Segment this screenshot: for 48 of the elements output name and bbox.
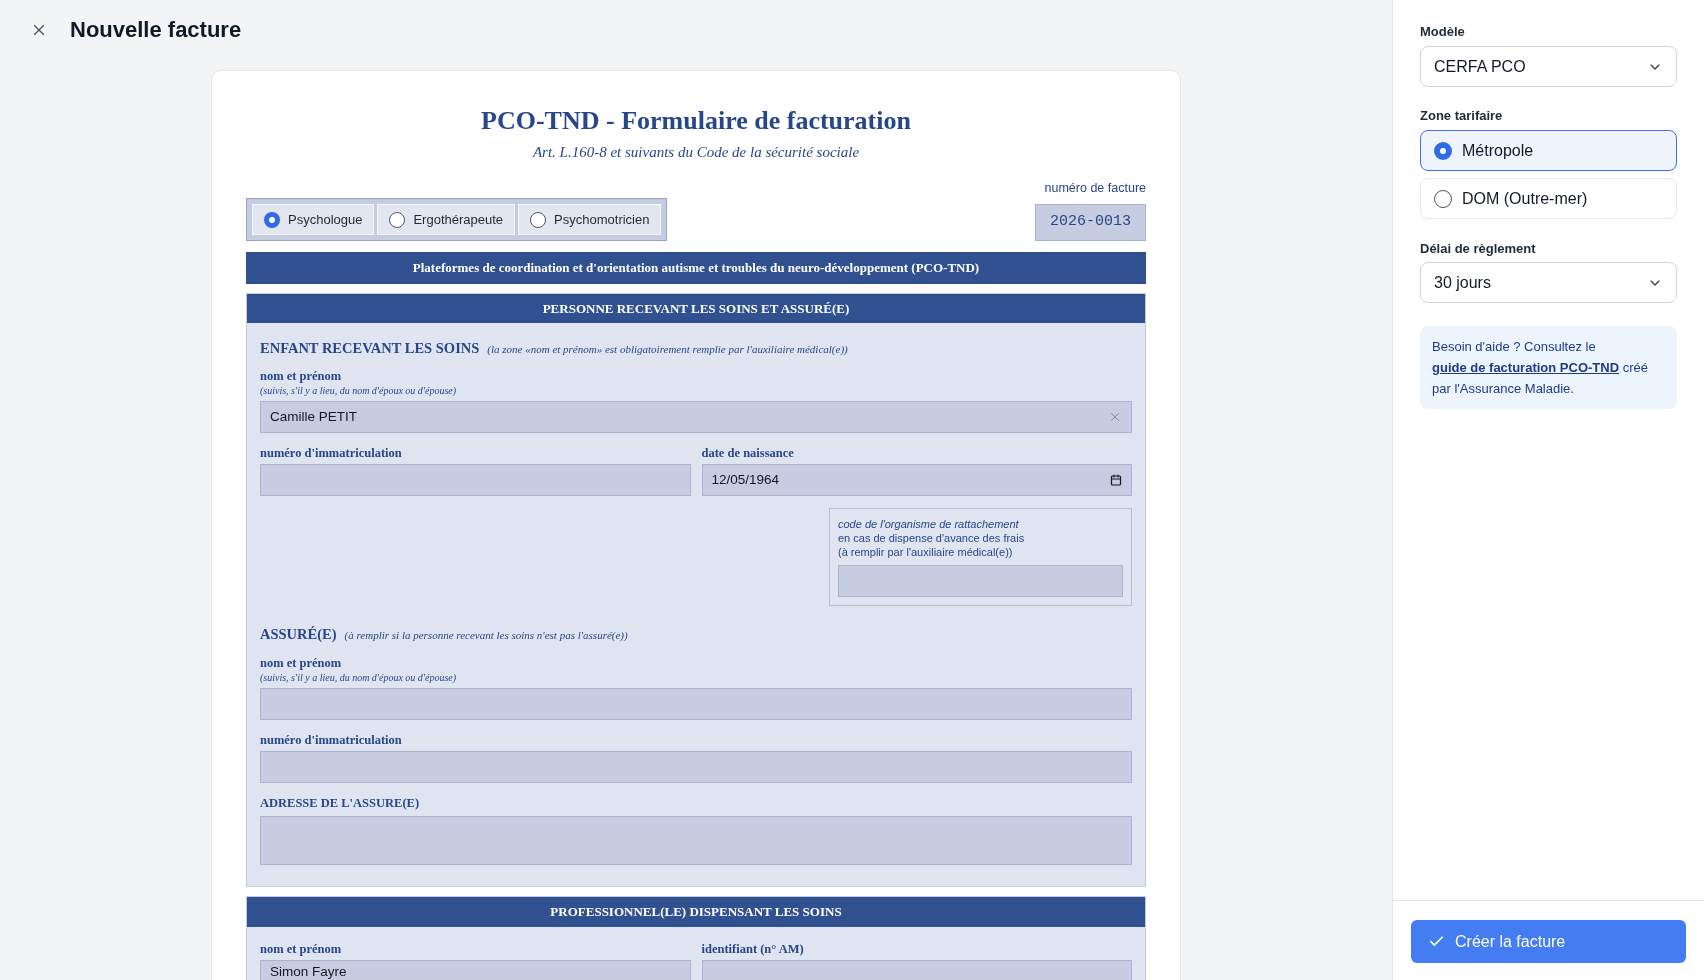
input-field[interactable]: Camille PETIT xyxy=(260,401,1132,433)
section-banner: PROFESSIONNEL(LE) DISPENSANT LES SOINS xyxy=(247,897,1145,927)
input-field[interactable] xyxy=(260,464,691,496)
input-field[interactable] xyxy=(260,816,1132,865)
field-hint: (suivis, s'il y a lieu, du nom d'époux ou d'épouse) xyxy=(260,672,458,684)
invoice-number-field[interactable]: 2026-0013 xyxy=(1035,204,1146,241)
field-label: Délai de règlement xyxy=(1420,241,1537,257)
field-label: numéro de facture xyxy=(1044,180,1146,196)
radio-option[interactable]: Psychomotricien xyxy=(518,204,662,235)
field-label: nom et prénom xyxy=(260,656,343,670)
field-label: Zone tarifaire xyxy=(1420,108,1504,124)
input-field[interactable]: Simon Fayre xyxy=(260,960,691,980)
form-title: PCO-TND - Formulaire de facturation xyxy=(480,105,912,137)
field-label: date de naissance xyxy=(701,446,795,460)
calendar-icon[interactable] xyxy=(1110,474,1122,486)
field-label: numéro d'immatriculation xyxy=(260,446,403,460)
input-field[interactable] xyxy=(260,688,1132,720)
field-label: nom et prénom xyxy=(260,942,343,956)
select-field[interactable]: CERFA PCO xyxy=(1420,46,1677,87)
section-note: (à remplir si la personne recevant les soins n'est pas l'assuré(e)) xyxy=(344,628,628,642)
field-label: identifiant (n° AM) xyxy=(701,942,805,956)
radio-option[interactable]: Ergothérapeute xyxy=(377,204,516,235)
clear-icon[interactable] xyxy=(1108,410,1122,424)
box-title: code de l'organisme de rattachement xyxy=(838,517,1020,531)
field-label: nom et prénom xyxy=(260,369,343,383)
field-label: numéro d'immatriculation xyxy=(260,733,403,747)
guide-link[interactable]: guide de facturation PCO-TND xyxy=(1432,360,1620,375)
section-banner: PERSONNE RECEVANT LES SOINS ET ASSURÉ(E) xyxy=(247,294,1145,323)
radio-option[interactable]: Psychologue xyxy=(252,204,375,235)
section-title: ASSURÉ(E) xyxy=(260,625,337,643)
create-invoice-button[interactable]: Créer la facture xyxy=(1411,920,1686,963)
help-text: Besoin d'aide ? Consultez le guide de facturation PCO-TND créé par l'Assurance Maladie. xyxy=(1432,338,1649,398)
radio-option[interactable]: Métropole xyxy=(1420,130,1677,171)
field-hint: (suivis, s'il y a lieu, du nom d'époux ou d'épouse) xyxy=(260,385,458,397)
radio-option[interactable]: DOM (Outre-mer) xyxy=(1420,178,1677,219)
box-note: en cas de dispense d'avance des frais xyxy=(838,531,1026,545)
form-subtitle: Art. L.160-8 et suivants du Code de la sécurité sociale xyxy=(531,143,861,161)
section-title: ENFANT RECEVANT LES SOINS xyxy=(260,339,480,357)
section-banner: Plateformes de coordination et d'orientation autisme et troubles du neuro-développement (PCO-TND) xyxy=(246,252,1146,284)
field-label: ADRESSE DE L'ASSURE(E) xyxy=(260,796,421,810)
page-title: Nouvelle facture xyxy=(70,18,242,42)
box-note: (à remplir par l'auxiliaire médical(e)) xyxy=(838,545,1014,559)
input-field[interactable] xyxy=(260,751,1132,783)
input-field[interactable] xyxy=(838,565,1123,597)
select-field[interactable]: 30 jours xyxy=(1420,262,1677,303)
field-label: Modèle xyxy=(1420,24,1466,40)
section-note: (la zone «nom et prénom» est obligatoirement remplie par l'auxiliaire médical(e)) xyxy=(487,342,848,356)
input-field[interactable]: 12/05/1964 xyxy=(701,464,1132,496)
